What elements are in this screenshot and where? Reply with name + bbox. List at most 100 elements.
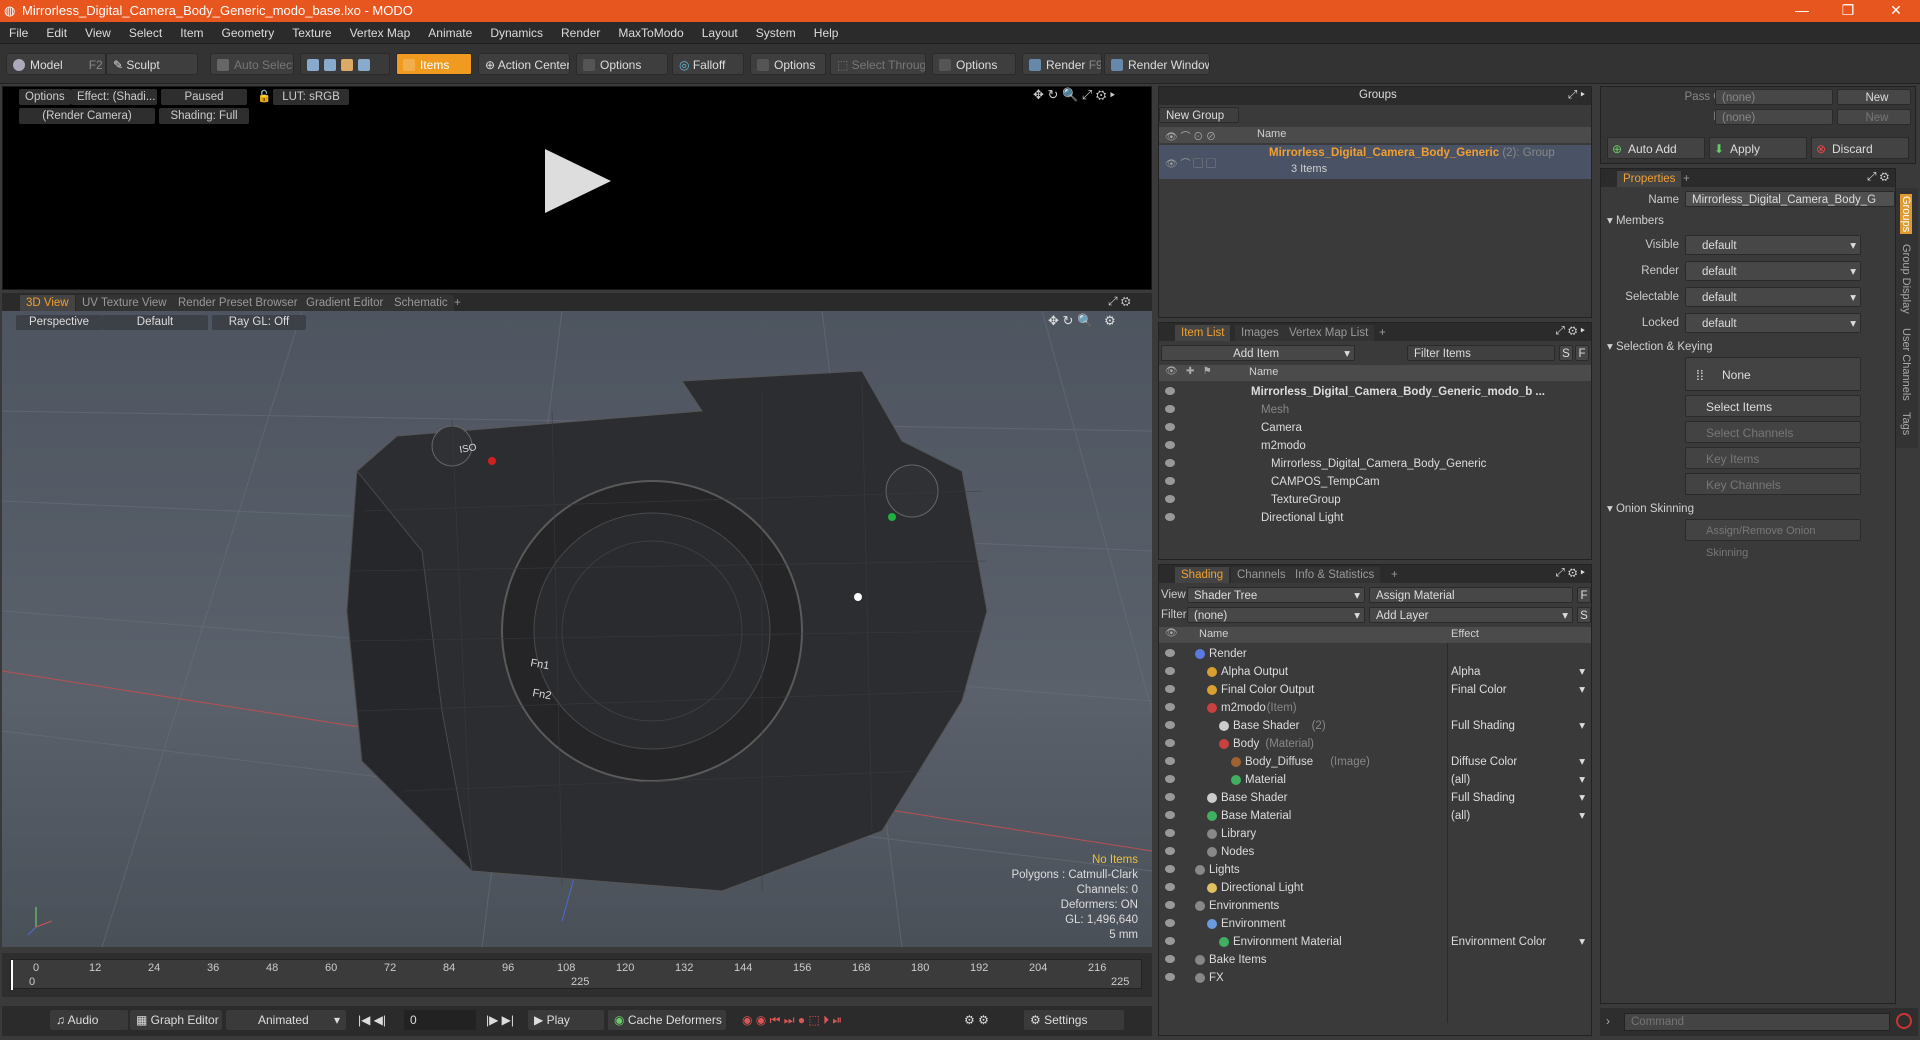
select-items-button[interactable]: Select Items	[1685, 395, 1861, 417]
menu-view[interactable]: View	[76, 22, 120, 40]
preview-nav-icons[interactable]: ✥ ↻ 🔍 ⤢ ⚙ ▸	[1033, 87, 1115, 103]
members-section[interactable]: ▾ Members	[1607, 213, 1664, 227]
item-list-row[interactable]: Directional Light	[1159, 509, 1591, 527]
eye-icon[interactable]	[1165, 459, 1175, 467]
action-center-options-button[interactable]: Options	[576, 53, 668, 75]
menu-geometry[interactable]: Geometry	[213, 22, 284, 40]
menu-help[interactable]: Help	[805, 22, 848, 40]
menu-system[interactable]: System	[747, 22, 805, 40]
range-end[interactable]: 225	[1111, 976, 1129, 988]
locked-dropdown[interactable]: default ▾	[1685, 313, 1861, 333]
maximize-button[interactable]: ❐	[1828, 2, 1868, 19]
tab-images[interactable]: Images	[1235, 325, 1285, 341]
add-item-dropdown[interactable]: Add Item ▾	[1161, 345, 1355, 361]
shader-tree-row[interactable]: Environment Material Environment Color ▾	[1159, 933, 1591, 951]
record-key-icons[interactable]: ◉ ◉ ⏮ ⏭ ● ⬚ ⏵ ⏯	[736, 1010, 848, 1030]
visible-dropdown[interactable]: default ▾	[1685, 235, 1861, 255]
menu-item[interactable]: Item	[171, 22, 212, 40]
expand-icon[interactable]: ⤢ ⚙ ▸	[1556, 325, 1585, 338]
expand-icon[interactable]: ⤢ ▸	[1568, 89, 1585, 102]
minimize-button[interactable]: —	[1782, 2, 1822, 18]
shader-tree-row[interactable]: Base Material (all) ▾	[1159, 807, 1591, 825]
new-group-button[interactable]: New Group	[1159, 107, 1239, 123]
shading-dropdown[interactable]: Shading: Full	[159, 108, 249, 124]
new-pass-group-button[interactable]: New	[1837, 89, 1911, 105]
eye-icon[interactable]	[1165, 865, 1175, 873]
eye-icon[interactable]	[1165, 423, 1175, 431]
shader-tree-row[interactable]: FX	[1159, 969, 1591, 987]
shader-tree-row[interactable]: Library	[1159, 825, 1591, 843]
shader-tree-row[interactable]: Body (Material)	[1159, 735, 1591, 753]
graph-editor-button[interactable]: ▦ Graph Editor	[130, 1010, 222, 1030]
menu-dynamics[interactable]: Dynamics	[481, 22, 552, 40]
menu-edit[interactable]: Edit	[37, 22, 76, 40]
tab-item-list[interactable]: Item List	[1175, 325, 1231, 341]
shader-tree-row[interactable]: Environments	[1159, 897, 1591, 915]
chevron-down-icon[interactable]: ▾	[1579, 717, 1585, 735]
eye-icon[interactable]	[1165, 775, 1175, 783]
render-camera-dropdown[interactable]: (Render Camera)	[19, 108, 155, 124]
materials-mode-icon[interactable]	[358, 59, 370, 71]
auto-add-button[interactable]: ⊕ Auto Add	[1607, 137, 1705, 159]
view-dropdown[interactable]: Shader Tree ▾	[1187, 587, 1365, 603]
apply-button[interactable]: ⬇ Apply	[1709, 137, 1807, 159]
model-mode-button[interactable]: Model F2	[6, 53, 106, 75]
side-tab-tags[interactable]: Tags	[1900, 412, 1912, 435]
projection-dropdown[interactable]: Perspective	[16, 315, 102, 330]
audio-button[interactable]: ♫ Audio	[50, 1010, 128, 1030]
timeline-ruler[interactable]: 0 12 24 36 48 60 72 84 96 108 120 132 14…	[10, 959, 1142, 990]
preview-effect-dropdown[interactable]: Effect: (Shadi...	[71, 89, 157, 105]
add-layer-s-button[interactable]: S	[1577, 607, 1591, 623]
tab-gradient-editor[interactable]: Gradient Editor	[300, 295, 390, 311]
eye-icon[interactable]	[1165, 649, 1175, 657]
eye-icon[interactable]	[1165, 829, 1175, 837]
shader-tree-row[interactable]: m2modo (Item)	[1159, 699, 1591, 717]
menu-file[interactable]: File	[0, 22, 37, 40]
shader-tree-row[interactable]: Alpha Output Alpha ▾	[1159, 663, 1591, 681]
settings-button[interactable]: ⚙ Settings	[1024, 1010, 1124, 1030]
eye-icon[interactable]	[1165, 955, 1175, 963]
eye-icon[interactable]	[1165, 919, 1175, 927]
item-list-row[interactable]: Mesh	[1159, 401, 1591, 419]
timeline[interactable]: 0 12 24 36 48 60 72 84 96 108 120 132 14…	[2, 953, 1152, 997]
add-tab-button[interactable]: +	[1385, 567, 1404, 583]
tab-render-preset-browser[interactable]: Render Preset Browser	[172, 295, 304, 311]
eye-icon[interactable]	[1165, 387, 1175, 395]
polygons-mode-icon[interactable]	[341, 59, 353, 71]
preview-paused-button[interactable]: Paused	[161, 89, 247, 105]
eye-icon[interactable]	[1165, 901, 1175, 909]
tab-shading[interactable]: Shading	[1175, 567, 1230, 583]
close-button[interactable]: ✕	[1876, 2, 1916, 19]
tab-schematic[interactable]: Schematic	[388, 295, 454, 311]
filter-items-input[interactable]: Filter Items	[1407, 345, 1555, 361]
eye-icon[interactable]	[1165, 721, 1175, 729]
playhead[interactable]	[11, 960, 13, 990]
preview-options-button[interactable]: Options	[19, 89, 71, 105]
action-center-button[interactable]: ⊕ Action Center	[478, 53, 570, 75]
item-list-row[interactable]: Mirrorless_Digital_Camera_Body_Generic	[1159, 455, 1591, 473]
select-through-button[interactable]: ⬚ Select Through	[830, 53, 926, 75]
group-row[interactable]: 👁 ⌒ ▢ ▢ Mirrorless_Digital_Camera_Body_G…	[1159, 145, 1591, 179]
frame-input[interactable]: 0	[404, 1010, 476, 1030]
add-layer-dropdown[interactable]: Add Layer ▾	[1369, 607, 1573, 623]
vertices-mode-icon[interactable]	[307, 59, 319, 71]
expand-icon[interactable]: ⤢ ⚙	[1867, 171, 1889, 184]
side-tab-group-display[interactable]: Group Display	[1900, 244, 1912, 314]
tab-channels[interactable]: Channels	[1231, 567, 1292, 583]
expand-icon[interactable]: ⤢ ⚙ ▸	[1556, 567, 1585, 580]
chevron-down-icon[interactable]: ▾	[1579, 681, 1585, 699]
name-input[interactable]: Mirrorless_Digital_Camera_Body_G	[1685, 191, 1895, 207]
record-macro-icon[interactable]	[1896, 1013, 1912, 1029]
render-window-button[interactable]: Render Window	[1104, 53, 1210, 75]
eye-icon[interactable]	[1165, 811, 1175, 819]
menu-animate[interactable]: Animate	[419, 22, 481, 40]
tab-3d-view[interactable]: 3D View	[20, 295, 75, 311]
key-items-button[interactable]: Key Items	[1685, 447, 1861, 469]
selection-keying-section[interactable]: ▾ Selection & Keying	[1607, 339, 1713, 353]
select-through-options-button[interactable]: Options	[932, 53, 1016, 75]
menu-layout[interactable]: Layout	[693, 22, 747, 40]
edges-mode-icon[interactable]	[324, 59, 336, 71]
auto-select-button[interactable]: Auto Select	[210, 53, 294, 75]
select-channels-button[interactable]: Select Channels	[1685, 421, 1861, 443]
eye-icon[interactable]	[1165, 441, 1175, 449]
